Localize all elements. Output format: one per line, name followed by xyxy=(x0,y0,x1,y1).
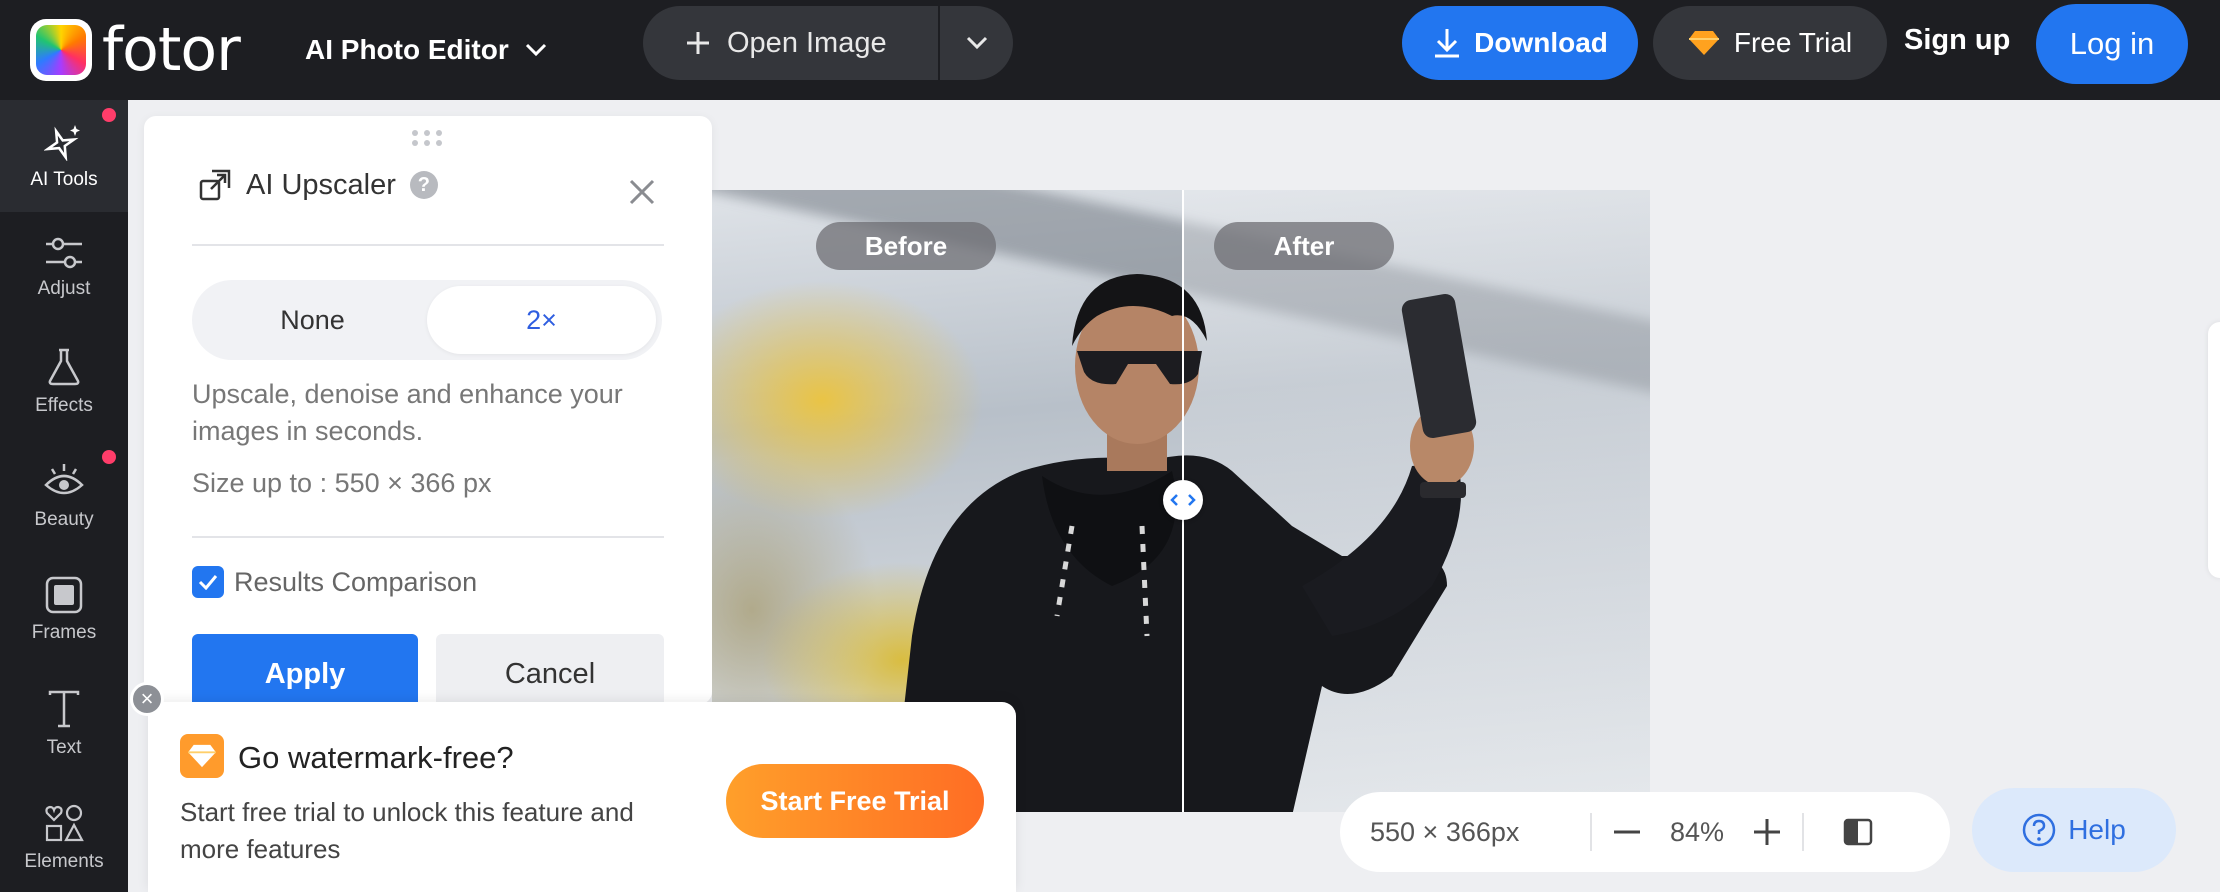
sidebar-item-label: AI Tools xyxy=(30,169,98,190)
chevron-down-icon xyxy=(966,36,987,50)
help-button[interactable]: Help xyxy=(1972,788,2176,872)
panel-header: AI Upscaler ? xyxy=(198,168,438,202)
question-circle-icon xyxy=(2022,813,2056,847)
zoom-level: 84% xyxy=(1669,816,1725,847)
editor-menu-dropdown[interactable]: AI Photo Editor xyxy=(305,22,547,78)
sidebar-item-label: Adjust xyxy=(37,278,91,299)
help-icon[interactable]: ? xyxy=(409,171,438,199)
promo-title: Go watermark-free? xyxy=(238,740,514,775)
results-comparison-label: Results Comparison xyxy=(234,566,478,597)
cancel-button[interactable]: Cancel xyxy=(436,634,664,704)
log-in-button[interactable]: Log in xyxy=(2036,4,2188,84)
sidebar-item-label: Text xyxy=(46,737,82,758)
log-in-label: Log in xyxy=(2069,26,2155,61)
size-note: Size up to : 550 × 366 px xyxy=(192,468,492,498)
plus-icon xyxy=(687,32,709,54)
after-label: After xyxy=(1214,222,1394,270)
plus-icon xyxy=(1754,819,1780,845)
brand-name: fotor xyxy=(102,15,241,85)
sidebar-item-label: Elements xyxy=(24,851,104,872)
diamond-icon xyxy=(180,734,224,778)
before-label: Before xyxy=(816,222,996,270)
sidebar-item-label: Beauty xyxy=(34,509,94,530)
results-comparison-toggle[interactable]: Results Comparison xyxy=(192,566,477,598)
compare-view-button[interactable] xyxy=(1804,818,1912,846)
help-label: Help xyxy=(2068,814,2126,845)
scale-selector: None 2× xyxy=(192,280,662,360)
tool-sidebar: AI Tools Adjust Effects Beauty Frames Te… xyxy=(0,100,128,892)
shapes-icon xyxy=(45,804,84,842)
free-trial-label: Free Trial xyxy=(1733,27,1853,58)
drag-handle[interactable] xyxy=(412,130,444,146)
open-image-dropdown-button[interactable] xyxy=(940,6,1013,80)
compare-icon xyxy=(1843,818,1873,846)
sign-up-link[interactable]: Sign up xyxy=(1904,24,2010,57)
open-image-group: Open Image xyxy=(643,6,1013,80)
zoom-in-button[interactable] xyxy=(1732,819,1802,845)
free-trial-button[interactable]: Free Trial xyxy=(1653,6,1887,80)
frame-icon xyxy=(45,576,83,614)
image-dimensions: 550 × 366px xyxy=(1370,816,1520,847)
sidebar-item-frames[interactable]: Frames xyxy=(0,554,128,666)
sidebar-item-adjust[interactable]: Adjust xyxy=(0,212,128,324)
sidebar-item-text[interactable]: Text xyxy=(0,668,128,780)
checkbox[interactable] xyxy=(192,566,224,598)
start-free-trial-button[interactable]: Start Free Trial xyxy=(726,764,984,838)
diamond-icon xyxy=(1688,31,1719,55)
sidebar-item-label: Frames xyxy=(31,622,97,643)
side-panel-tab[interactable] xyxy=(2208,322,2220,578)
flask-icon xyxy=(48,348,80,386)
sidebar-item-elements[interactable]: Elements xyxy=(0,782,128,892)
drag-arrows-icon xyxy=(1170,494,1196,506)
upscale-icon xyxy=(199,169,231,201)
sparkle-icon xyxy=(44,125,80,161)
scale-option-none[interactable]: None xyxy=(198,286,427,354)
checkmark-icon xyxy=(198,575,218,590)
panel-title: AI Upscaler xyxy=(246,168,396,201)
open-image-label: Open Image xyxy=(727,26,887,59)
close-icon[interactable] xyxy=(622,172,662,212)
panel-description: Upscale, denoise and enhance your images… xyxy=(192,379,623,446)
close-icon[interactable]: × xyxy=(130,682,164,716)
divider xyxy=(192,536,664,538)
notification-dot xyxy=(102,108,116,122)
chevron-down-icon xyxy=(525,43,546,57)
editor-menu-label: AI Photo Editor xyxy=(305,34,509,65)
download-label: Download xyxy=(1474,27,1608,58)
fotor-logo[interactable]: fotor xyxy=(30,12,241,88)
comparison-slider-handle[interactable] xyxy=(1163,480,1203,520)
ai-upscaler-panel: AI Upscaler ? None 2× Upscale, denoise a… xyxy=(144,116,712,704)
minus-icon xyxy=(1614,830,1640,834)
fotor-logo-icon xyxy=(30,19,92,81)
notification-dot xyxy=(102,450,116,464)
sliders-icon xyxy=(46,237,82,269)
zoom-out-button[interactable] xyxy=(1592,830,1662,834)
apply-button[interactable]: Apply xyxy=(192,634,418,704)
sidebar-item-effects[interactable]: Effects xyxy=(0,326,128,438)
zoom-toolbar: 550 × 366px 84% xyxy=(1340,792,1950,872)
eye-icon xyxy=(44,464,84,495)
text-icon xyxy=(48,690,80,728)
top-bar: fotor AI Photo Editor Open Image Downloa… xyxy=(0,0,2220,100)
sidebar-item-label: Effects xyxy=(35,395,93,416)
download-button[interactable]: Download xyxy=(1402,6,1638,80)
scale-option-2x[interactable]: 2× xyxy=(427,286,656,354)
watermark-promo-card: Go watermark-free? Start free trial to u… xyxy=(148,702,1016,892)
divider xyxy=(192,244,664,246)
download-icon xyxy=(1435,29,1460,58)
open-image-button[interactable]: Open Image xyxy=(643,6,938,80)
promo-text: Start free trial to unlock this feature … xyxy=(180,797,634,864)
